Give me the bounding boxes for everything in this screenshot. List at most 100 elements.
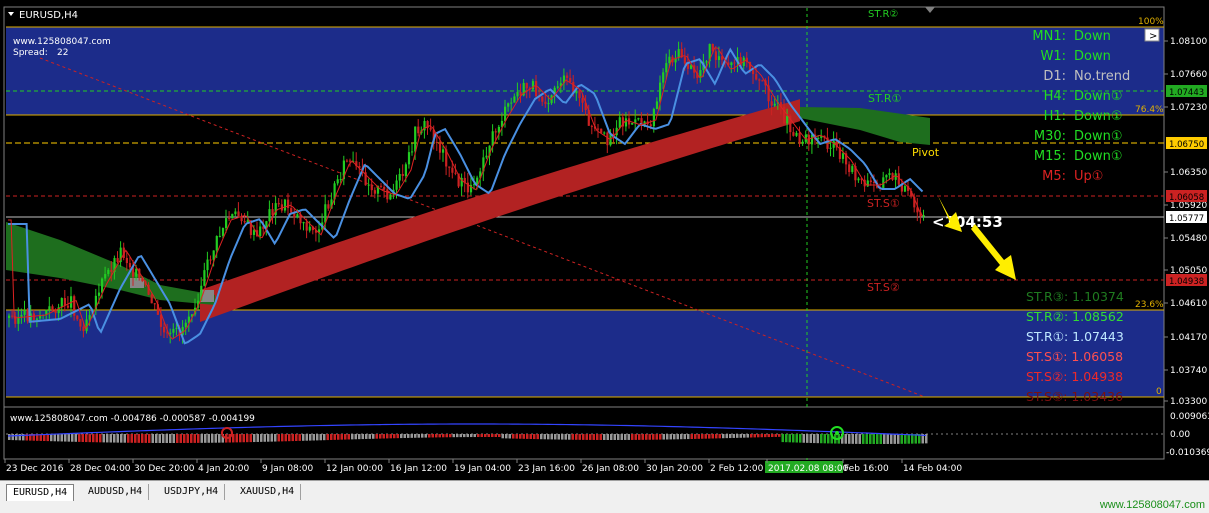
oscillator-bar bbox=[757, 434, 760, 438]
tab-xauusd-h4[interactable]: XAUUSD,H4 bbox=[234, 484, 302, 500]
price-tag-label: 1.06750 bbox=[1169, 140, 1204, 150]
oscillator-bar bbox=[736, 434, 739, 438]
oscillator-bar bbox=[235, 434, 238, 443]
trend-state-label: Down① bbox=[1074, 149, 1123, 164]
oscillator-bar bbox=[648, 434, 651, 440]
oscillator-bar bbox=[613, 434, 616, 440]
tab-eurusd-h4[interactable]: EURUSD,H4 bbox=[6, 484, 75, 501]
st-r2-top-label: ST.R② bbox=[868, 9, 898, 20]
oscillator-bar bbox=[491, 434, 494, 438]
oscillator-bar bbox=[295, 434, 298, 441]
oscillator-bar bbox=[631, 434, 634, 440]
oscillator-bar bbox=[141, 434, 144, 443]
oscillator-bar bbox=[851, 434, 854, 444]
oscillator-bar bbox=[596, 434, 599, 440]
oscillator-bar bbox=[316, 434, 319, 441]
oscillator-bar bbox=[368, 434, 371, 439]
oscillator-bar bbox=[463, 434, 466, 438]
oscillator-bar bbox=[109, 434, 112, 443]
oscillator-bar bbox=[200, 434, 203, 443]
oscillator-bar bbox=[249, 434, 252, 443]
oscillator-bar bbox=[774, 434, 777, 437]
oscillator-bar bbox=[603, 434, 606, 440]
oscillator-bar bbox=[638, 434, 641, 440]
oscillator-bar bbox=[666, 434, 669, 440]
chart-shift-icon: > bbox=[1149, 31, 1157, 42]
oscillator-bar bbox=[204, 434, 207, 443]
time-axis-label: 14 Feb 04:00 bbox=[903, 464, 962, 474]
oscillator-bar bbox=[260, 434, 263, 442]
trend-tf-label: M15: bbox=[1034, 149, 1066, 164]
oscillator-bar bbox=[564, 434, 567, 440]
oscillator-bar bbox=[750, 434, 753, 438]
oscillator-bar bbox=[788, 434, 791, 443]
price-axis-label: 1.06350 bbox=[1170, 168, 1207, 178]
time-axis-label: 23 Jan 16:00 bbox=[518, 464, 575, 474]
trend-state-label: Down① bbox=[1074, 109, 1123, 124]
oscillator-bar bbox=[743, 434, 746, 438]
oscillator-bar bbox=[288, 434, 291, 442]
oscillator-bar bbox=[557, 434, 560, 440]
oscillator-bar bbox=[806, 434, 809, 443]
oscillator-bar bbox=[403, 434, 406, 439]
oscillator-bar bbox=[795, 434, 798, 443]
oscillator-bar bbox=[239, 434, 242, 443]
bar-timer: <104:53 bbox=[932, 213, 1003, 231]
oscillator-bar bbox=[575, 434, 578, 440]
oscillator-bar bbox=[246, 434, 249, 443]
oscillator-bar bbox=[386, 434, 389, 439]
oscillator-bar bbox=[498, 434, 501, 438]
oscillator-bar bbox=[452, 434, 455, 438]
oscillator-bar bbox=[281, 434, 284, 442]
fib-764-label: 76.4% bbox=[1135, 105, 1164, 115]
oscillator-bar bbox=[148, 434, 151, 443]
oscillator-bar bbox=[435, 434, 438, 438]
level-label: ST.R②: 1.08562 bbox=[1026, 309, 1124, 324]
oscillator-bar bbox=[74, 434, 77, 442]
time-axis-label: 9 Jan 08:00 bbox=[262, 464, 314, 474]
oscillator-bar bbox=[459, 434, 462, 438]
trend-state-label: Down bbox=[1074, 49, 1111, 64]
st-r1-label: ST.R① bbox=[868, 92, 902, 105]
oscillator-bar bbox=[512, 434, 515, 439]
spread-label: Spread: bbox=[13, 48, 48, 58]
oscillator-bar bbox=[897, 434, 900, 444]
time-axis-label: 23 Dec 2016 bbox=[6, 464, 64, 474]
oscillator-bar bbox=[123, 434, 126, 443]
oscillator-bar bbox=[134, 434, 137, 443]
oscillator-bar bbox=[333, 434, 336, 440]
oscillator-bar bbox=[298, 434, 301, 441]
fib-100-label: 100% bbox=[1138, 17, 1164, 27]
oscillator-bar bbox=[610, 434, 613, 440]
oscillator-bar bbox=[53, 434, 56, 442]
osc-label-bottom: -0.010369 bbox=[1166, 448, 1209, 458]
oscillator-bar bbox=[673, 434, 676, 440]
oscillator-bar bbox=[582, 434, 585, 440]
oscillator-bar bbox=[620, 434, 623, 440]
tab-usdjpy-h4[interactable]: USDJPY,H4 bbox=[158, 484, 226, 500]
spread-value: 22 bbox=[57, 48, 68, 58]
oscillator-bar bbox=[683, 434, 686, 440]
oscillator-bar bbox=[848, 434, 851, 444]
oscillator-bar bbox=[354, 434, 357, 440]
oscillator-bar bbox=[655, 434, 658, 440]
oscillator-bar bbox=[274, 434, 277, 442]
oscillator-bar bbox=[137, 434, 140, 443]
oscillator-bar bbox=[172, 434, 175, 443]
time-axis-label: 2 Feb 12:00 bbox=[710, 464, 764, 474]
price-tag-label: 1.07443 bbox=[1169, 88, 1204, 98]
price-chart[interactable]: EURUSD,H4 www.125808047.com Spread: 22 S… bbox=[0, 0, 1209, 480]
price-axis-label: 1.07230 bbox=[1170, 103, 1207, 113]
oscillator-bar bbox=[120, 434, 123, 443]
oscillator-bar bbox=[480, 434, 483, 438]
oscillator-bar bbox=[519, 434, 522, 439]
tab-audusd-h4[interactable]: AUDUSD,H4 bbox=[82, 484, 150, 500]
oscillator-bar bbox=[589, 434, 592, 440]
oscillator-bar bbox=[197, 434, 200, 443]
oscillator-bar bbox=[687, 434, 690, 440]
price-tag-label: 1.05777 bbox=[1169, 214, 1204, 224]
oscillator-bar bbox=[414, 434, 417, 438]
oscillator-bar bbox=[431, 434, 434, 438]
oscillator-bar bbox=[477, 434, 480, 438]
oscillator-bar bbox=[652, 434, 655, 440]
